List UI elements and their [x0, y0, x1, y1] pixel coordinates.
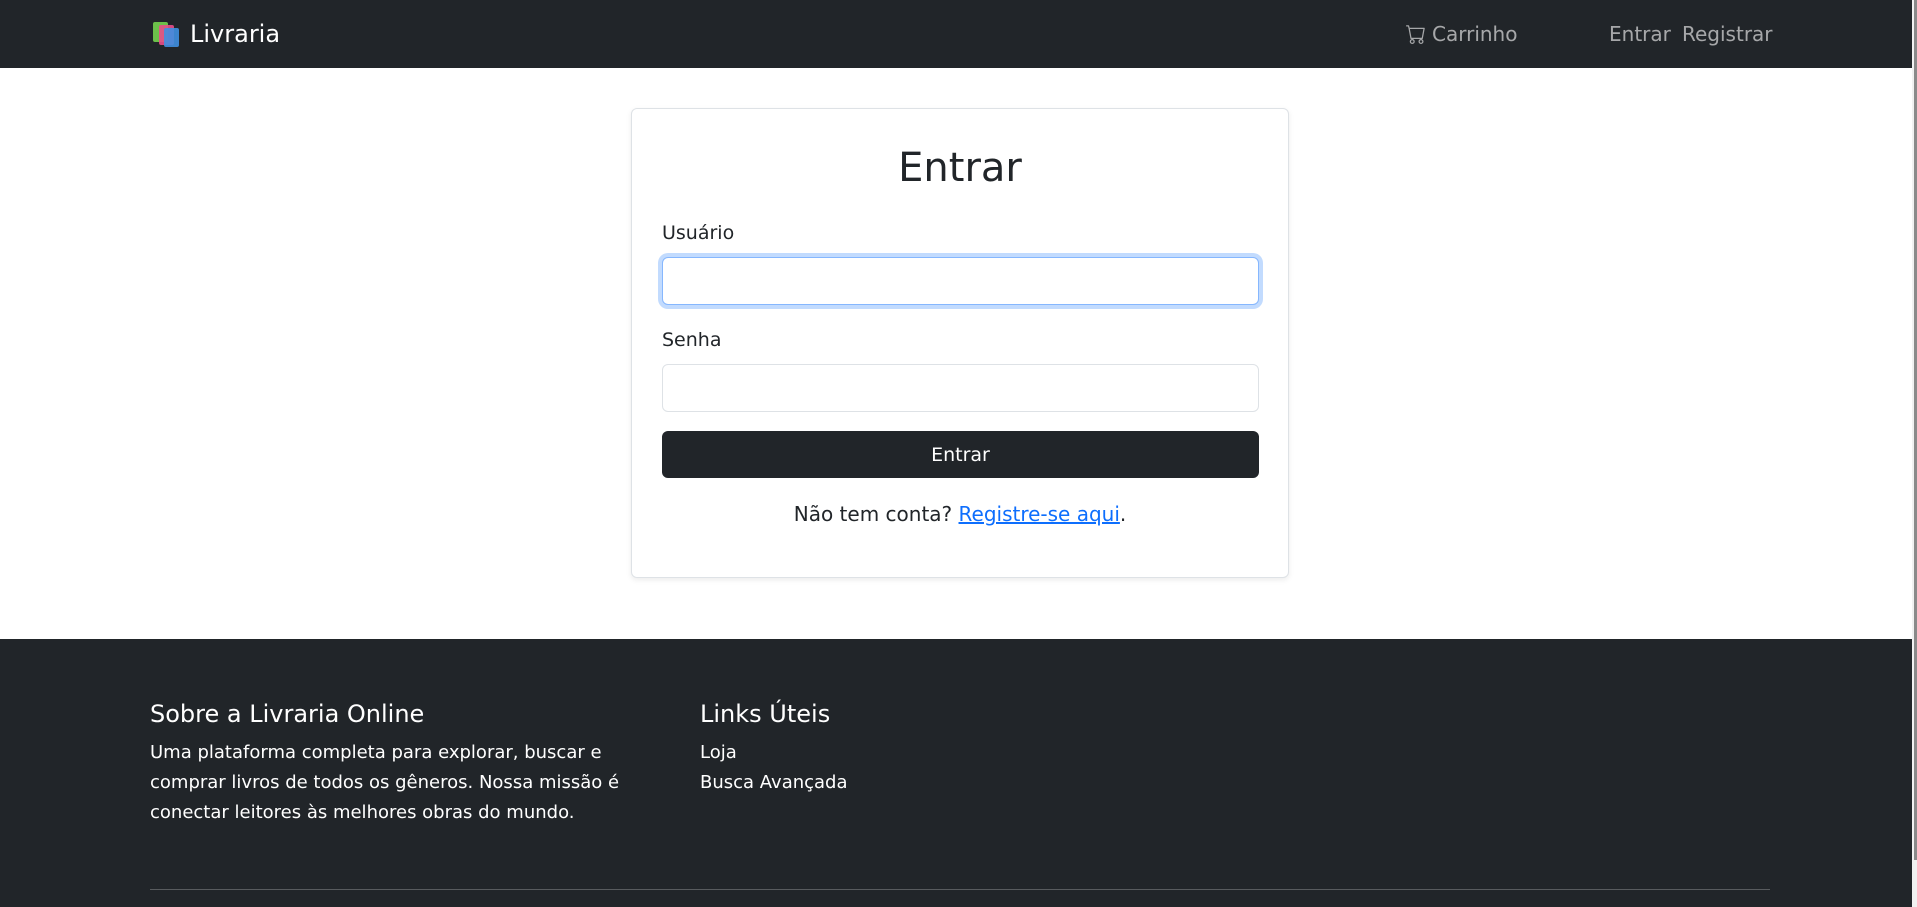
footer-links: Links Úteis Loja Busca Avançada: [700, 700, 1000, 798]
cart-icon: [1406, 25, 1425, 44]
footer-link-item: Loja: [700, 738, 1000, 768]
page-scrollbar[interactable]: [1912, 0, 1917, 907]
brand-link[interactable]: Livraria: [153, 0, 280, 68]
footer-link-busca-avancada[interactable]: Busca Avançada: [700, 772, 848, 793]
register-hint: Não tem conta? Registre-se aqui.: [632, 502, 1288, 526]
footer-about: Sobre a Livraria Online Uma plataforma c…: [150, 700, 680, 828]
brand-name: Livraria: [190, 20, 281, 48]
no-account-text: Não tem conta?: [793, 502, 953, 526]
footer-divider: [150, 889, 1770, 890]
username-input[interactable]: [662, 257, 1259, 305]
footer-link-loja[interactable]: Loja: [700, 742, 737, 763]
login-submit-button[interactable]: Entrar: [662, 431, 1259, 478]
username-label: Usuário: [662, 222, 735, 244]
login-title: Entrar: [898, 145, 1022, 191]
nav-register-link[interactable]: Registrar: [1682, 0, 1773, 68]
footer-about-title: Sobre a Livraria Online: [150, 700, 425, 728]
password-input[interactable]: [662, 364, 1259, 412]
cart-label: Carrinho: [1432, 22, 1518, 46]
top-navbar: Livraria Carrinho Entrar Registrar: [0, 0, 1917, 68]
site-footer: Sobre a Livraria Online Uma plataforma c…: [0, 639, 1917, 907]
footer-links-title: Links Úteis: [700, 700, 831, 728]
register-link[interactable]: Registre-se aqui: [959, 502, 1120, 526]
register-suffix: .: [1119, 502, 1127, 526]
nav-login-link[interactable]: Entrar: [1609, 0, 1671, 68]
footer-link-item: Busca Avançada: [700, 768, 1000, 798]
footer-links-list: Loja Busca Avançada: [700, 738, 1000, 798]
cart-link[interactable]: Carrinho: [1406, 0, 1517, 68]
password-label: Senha: [662, 329, 722, 351]
login-card: Entrar Usuário Senha Entrar Não tem cont…: [631, 108, 1289, 578]
books-icon: [153, 21, 180, 47]
footer-about-text: Uma plataforma completa para explorar, b…: [150, 742, 620, 823]
